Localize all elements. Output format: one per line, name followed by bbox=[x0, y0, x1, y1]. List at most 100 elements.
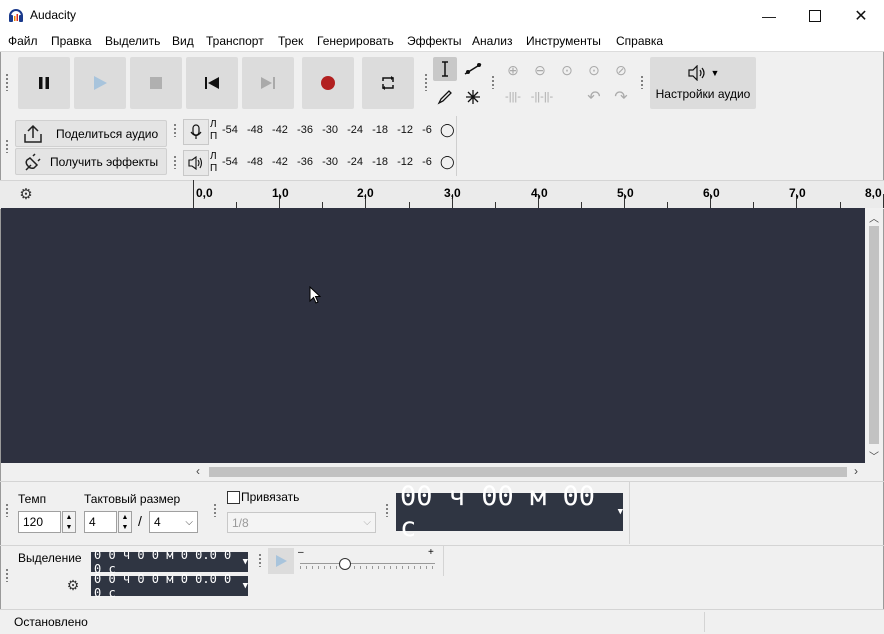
dropdown-arrow-icon: ▼ bbox=[710, 68, 720, 78]
fit-project-button[interactable]: ⊙ bbox=[583, 59, 605, 81]
play-meter-scale[interactable]: -54 -48 -42 -36 -30 -24 -18 -12 -6 bbox=[222, 156, 432, 170]
envelope-tool[interactable] bbox=[461, 57, 485, 81]
vertical-scroll-thumb[interactable] bbox=[869, 226, 879, 444]
track-area[interactable] bbox=[1, 208, 865, 463]
play-icon bbox=[94, 76, 107, 90]
selection-options-button[interactable]: ⚙ bbox=[62, 575, 84, 595]
scroll-down-icon[interactable]: ﹀ bbox=[869, 448, 879, 463]
speed-slider-ticks bbox=[300, 566, 435, 569]
undo-button[interactable]: ↶ bbox=[583, 86, 605, 108]
scroll-right-icon[interactable]: › bbox=[854, 464, 858, 478]
pause-button[interactable] bbox=[18, 57, 70, 109]
close-button[interactable]: ✕ bbox=[838, 0, 884, 31]
menu-effects[interactable]: Эффекты bbox=[407, 34, 462, 48]
redo-icon: ↷ bbox=[614, 89, 628, 106]
play-at-speed-button[interactable] bbox=[268, 548, 294, 574]
record-meter-button[interactable] bbox=[183, 119, 209, 145]
horizontal-scroll-thumb[interactable] bbox=[209, 467, 847, 477]
play-meter-clip-icon: ◯ bbox=[440, 154, 455, 169]
time-display[interactable]: 00 ч 00 м 00 с ▼ bbox=[396, 481, 623, 543]
tools-grip[interactable] bbox=[424, 73, 428, 91]
transport-grip[interactable] bbox=[5, 73, 9, 91]
draw-tool[interactable] bbox=[433, 85, 457, 109]
menu-tracks[interactable]: Трек bbox=[278, 34, 303, 48]
spin-down-icon: ▼ bbox=[65, 523, 73, 531]
menu-view[interactable]: Вид bbox=[172, 34, 194, 48]
dropdown-arrow-icon: ▼ bbox=[242, 557, 248, 567]
share-audio-button[interactable]: Поделиться аудио bbox=[15, 120, 167, 147]
scroll-left-icon[interactable]: ‹ bbox=[196, 464, 200, 478]
scroll-up-icon[interactable]: ︿ bbox=[869, 210, 879, 225]
get-effects-button[interactable]: Получить эффекты bbox=[15, 148, 167, 175]
play-meter-left-label: Л bbox=[210, 151, 217, 162]
timeline-options-button[interactable]: ⚙ bbox=[14, 183, 38, 205]
tempo-input[interactable]: 120 bbox=[18, 511, 61, 533]
menu-generate[interactable]: Генерировать bbox=[317, 34, 394, 48]
ruler-label: 1,0 bbox=[272, 186, 289, 200]
fit-selection-button[interactable]: ⊙ bbox=[556, 59, 578, 81]
meter-tick: -42 bbox=[272, 124, 288, 136]
numerator-value: 4 bbox=[89, 515, 96, 529]
speed-slider-track[interactable] bbox=[300, 563, 435, 564]
trim-outside-button[interactable]: -|||- bbox=[502, 86, 524, 108]
audio-setup-grip[interactable] bbox=[640, 75, 644, 89]
snap-checkbox[interactable] bbox=[227, 491, 240, 504]
record-meter-grip[interactable] bbox=[173, 123, 177, 137]
time-signature-grip[interactable] bbox=[5, 503, 9, 517]
ruler-label: 8,0 bbox=[865, 186, 882, 200]
play-button[interactable] bbox=[74, 57, 126, 109]
play-meter-grip[interactable] bbox=[173, 155, 177, 169]
maximize-button[interactable] bbox=[792, 0, 838, 31]
record-meter-right-label: П bbox=[210, 131, 218, 142]
multi-tool[interactable] bbox=[461, 85, 485, 109]
menu-analyze[interactable]: Анализ bbox=[472, 34, 513, 48]
skip-to-end-button[interactable] bbox=[242, 57, 294, 109]
ruler-label: 5,0 bbox=[617, 186, 634, 200]
asterisk-icon bbox=[466, 90, 480, 104]
loop-button[interactable] bbox=[362, 57, 414, 109]
speed-slider-thumb[interactable] bbox=[339, 558, 351, 570]
menu-transport[interactable]: Транспорт bbox=[206, 34, 264, 48]
gear-icon: ⚙ bbox=[66, 576, 80, 593]
selection-grip[interactable] bbox=[5, 568, 9, 582]
tempo-spinner[interactable]: ▲ ▼ bbox=[62, 511, 76, 533]
zoom-out-button[interactable]: ⊖ bbox=[529, 59, 551, 81]
menu-file[interactable]: Файл bbox=[8, 34, 38, 48]
share-grip[interactable] bbox=[5, 139, 9, 153]
time-grip[interactable] bbox=[385, 503, 389, 517]
time-signature-numerator-input[interactable]: 4 bbox=[84, 511, 117, 533]
selection-start-time[interactable]: 0 0 ч 0 0 м 0 0.0 0 0 с ▼ bbox=[91, 548, 248, 576]
selection-end-time[interactable]: 0 0 ч 0 0 м 0 0.0 0 0 с ▼ bbox=[91, 572, 248, 600]
audio-setup-label: Настройки аудио bbox=[655, 87, 751, 101]
zoom-toggle-button[interactable]: ⊘ bbox=[610, 59, 632, 81]
menu-select[interactable]: Выделить bbox=[105, 34, 160, 48]
silence-button[interactable]: -||-||- bbox=[529, 86, 555, 108]
menu-edit[interactable]: Правка bbox=[51, 34, 92, 48]
play-speed-grip[interactable] bbox=[258, 553, 262, 567]
minimize-button[interactable]: — bbox=[746, 0, 792, 31]
ruler-label: 6,0 bbox=[703, 186, 720, 200]
record-meter-scale[interactable]: -54 -48 -42 -36 -30 -24 -18 -12 -6 bbox=[222, 124, 432, 138]
spin-up-icon: ▲ bbox=[121, 513, 129, 521]
play-meter-button[interactable] bbox=[183, 150, 209, 176]
plug-icon bbox=[25, 152, 41, 171]
skip-to-start-button[interactable] bbox=[186, 57, 238, 109]
time-signature-denominator-select[interactable]: 4 ⌵ bbox=[149, 511, 198, 533]
edit-grip[interactable] bbox=[491, 75, 495, 89]
meter-tick: -6 bbox=[422, 124, 432, 136]
meter-tick: -6 bbox=[422, 156, 432, 168]
audio-setup-button[interactable]: ▼ Настройки аудио bbox=[650, 57, 756, 109]
tempo-label: Темп bbox=[18, 492, 47, 506]
stop-button[interactable] bbox=[130, 57, 182, 109]
ruler-tick bbox=[193, 194, 194, 208]
meter-tick: -12 bbox=[397, 124, 414, 136]
snap-grip[interactable] bbox=[213, 503, 217, 517]
redo-button[interactable]: ↷ bbox=[610, 86, 632, 108]
menu-help[interactable]: Справка bbox=[616, 34, 663, 48]
record-button[interactable] bbox=[302, 57, 354, 109]
zoom-in-button[interactable]: ⊕ bbox=[502, 59, 524, 81]
numerator-spinner[interactable]: ▲ ▼ bbox=[118, 511, 132, 533]
menu-tools[interactable]: Инструменты bbox=[526, 34, 601, 48]
selection-tool[interactable] bbox=[433, 57, 457, 81]
snap-select[interactable]: 1/8 ⌵ bbox=[227, 512, 376, 533]
